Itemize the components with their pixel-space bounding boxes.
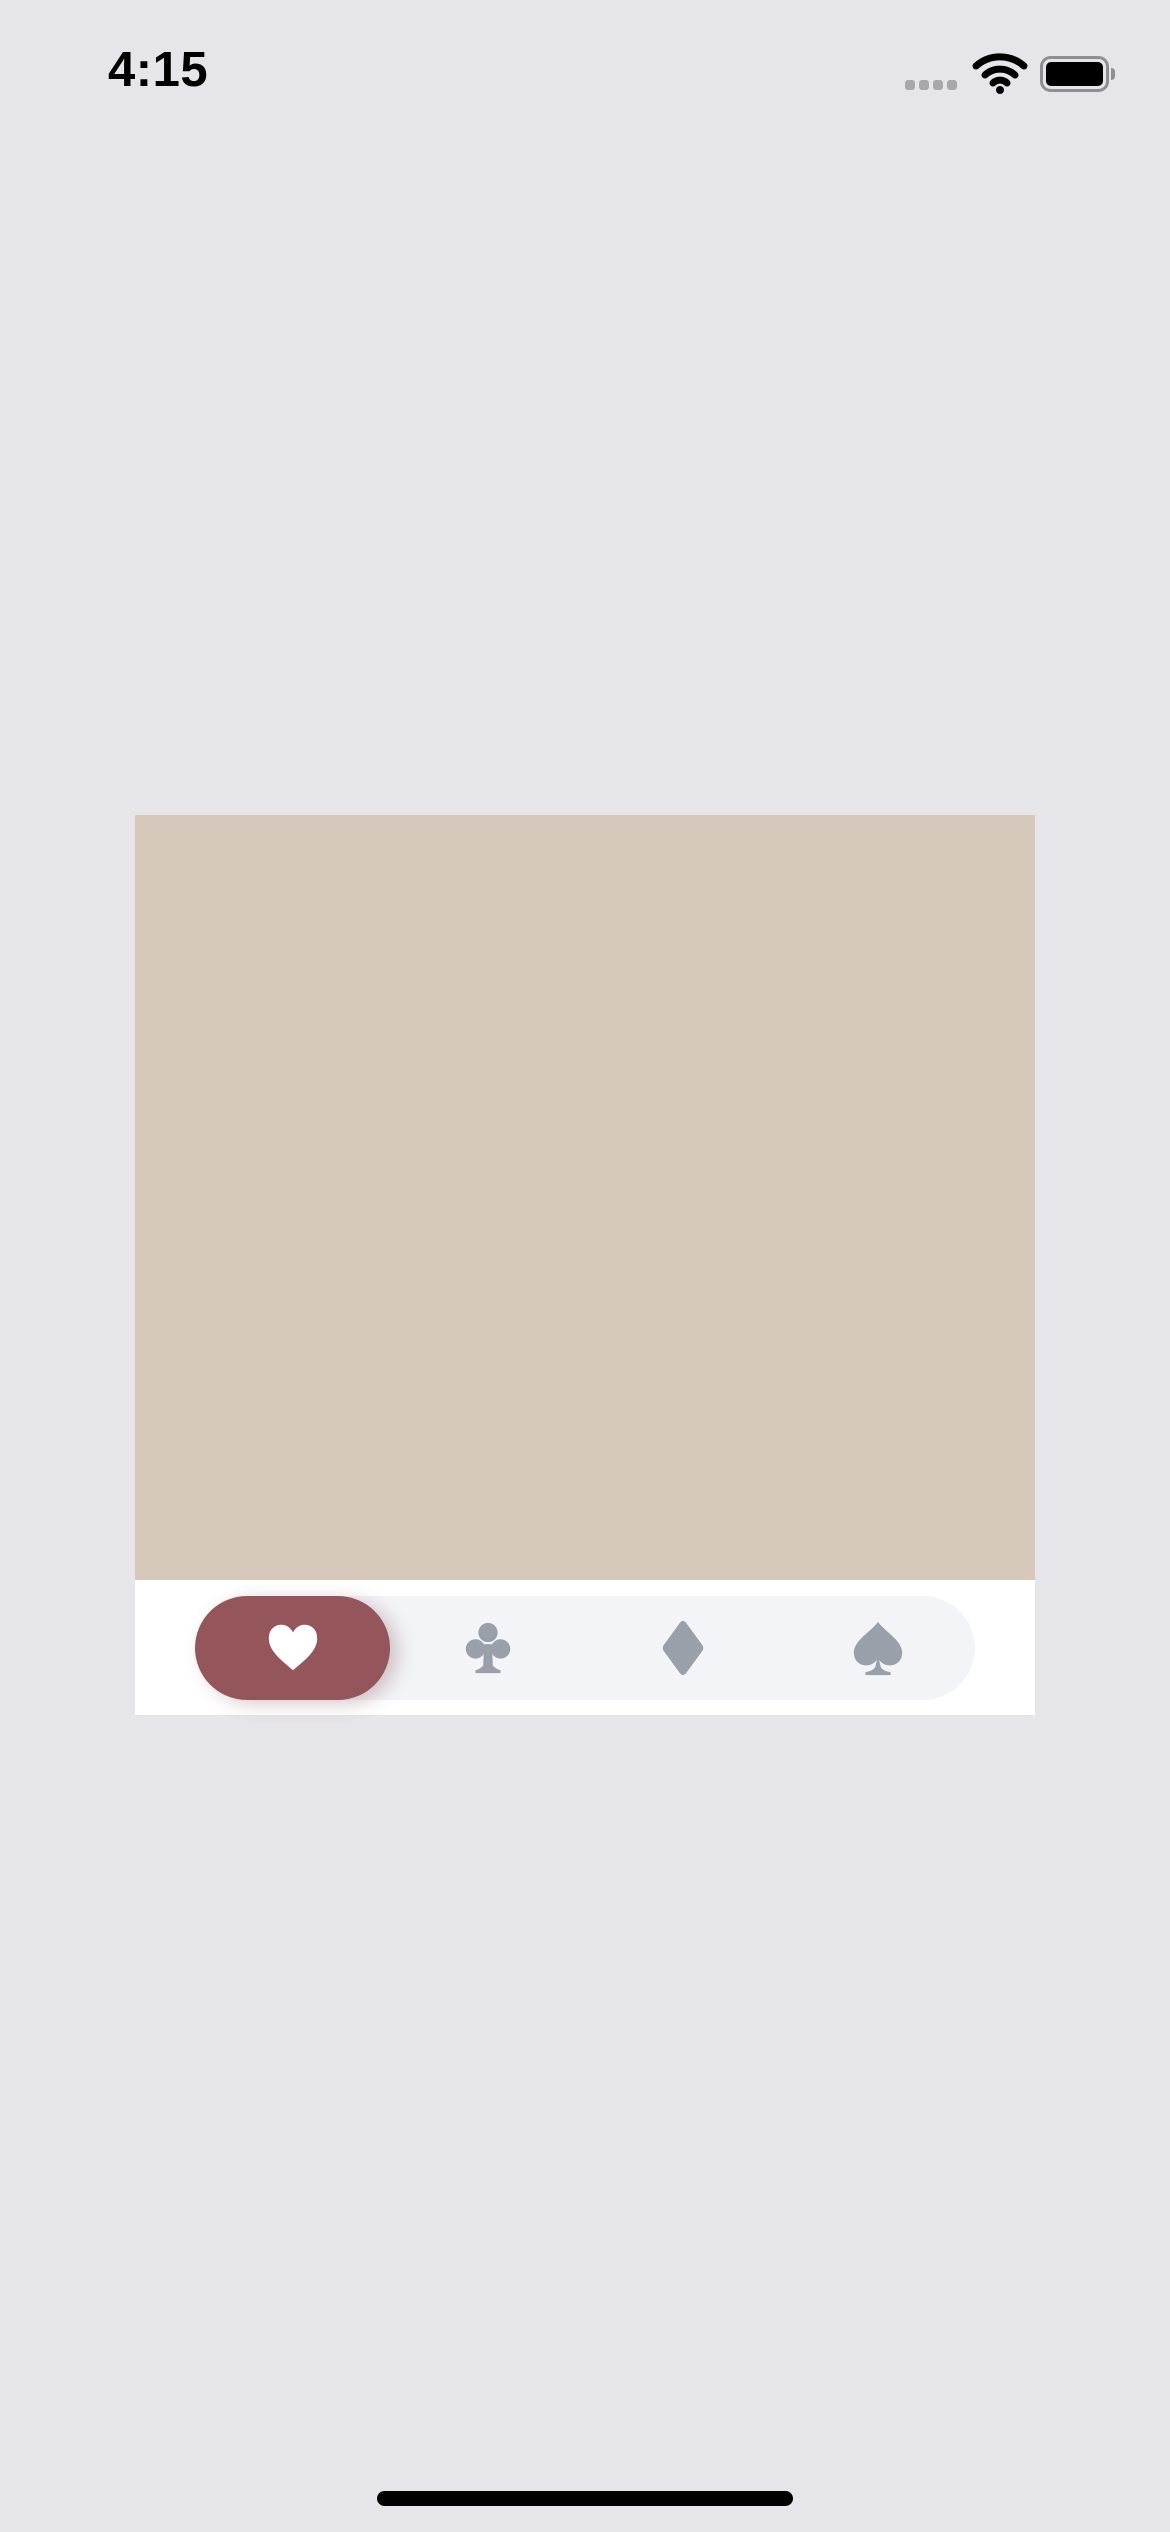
card-image	[135, 815, 1035, 1580]
suit-tab-bar	[195, 1596, 975, 1700]
home-indicator	[377, 2491, 793, 2506]
wifi-icon	[972, 53, 1028, 94]
diamond-icon	[662, 1620, 703, 1676]
tab-diamond[interactable]	[585, 1596, 780, 1700]
cellular-signal-icon	[905, 80, 959, 92]
club-icon	[465, 1622, 510, 1674]
tab-club[interactable]	[390, 1596, 585, 1700]
card-bottom	[135, 1580, 1035, 1715]
tab-spade[interactable]	[780, 1596, 975, 1700]
card	[135, 815, 1035, 1715]
status-time: 4:15	[108, 43, 209, 97]
battery-icon	[1040, 56, 1115, 92]
heart-icon	[268, 1624, 317, 1671]
spade-icon	[853, 1621, 902, 1676]
status-bar: 4:15	[0, 0, 1170, 150]
tab-heart[interactable]	[195, 1596, 390, 1700]
